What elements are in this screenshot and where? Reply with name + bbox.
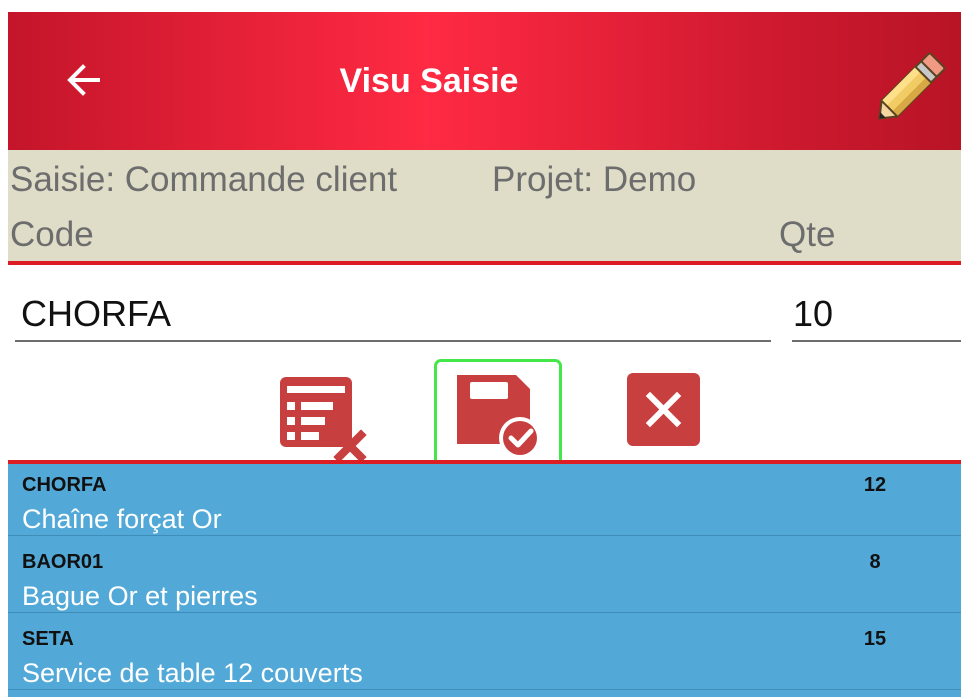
back-button[interactable] (52, 48, 116, 112)
cancel-button[interactable] (627, 373, 700, 446)
page-title: Visu Saisie (339, 62, 519, 100)
list-item[interactable]: BAOR01 8 Bague Or et pierres (8, 541, 961, 613)
item-code: CHORFA (22, 474, 107, 496)
item-description: Bague Or et pierres (22, 581, 258, 611)
item-code: BAOR01 (22, 551, 104, 573)
quantity-input[interactable]: 10 (793, 293, 833, 335)
top-toolbar: Visu Saisie (8, 12, 961, 150)
arrow-left-icon (67, 64, 100, 96)
item-description: Chaîne forçat Or (22, 504, 222, 534)
code-input[interactable]: CHORFA (21, 293, 171, 335)
code-input-underline (15, 340, 771, 342)
close-icon (627, 373, 700, 446)
row-divider (8, 535, 961, 536)
list-item[interactable]: CHORFA 12 Chaîne forçat Or (8, 464, 961, 536)
saisie-label: Saisie: Commande client (10, 160, 398, 199)
projet-label: Projet: Demo (492, 160, 697, 199)
item-quantity: 15 (863, 628, 887, 650)
entry-info-band: Saisie: Commande client Projet: Demo Cod… (8, 150, 961, 262)
quantity-column-label: Qte (779, 215, 836, 254)
list-item[interactable]: SETA 15 Service de table 12 couverts (8, 618, 961, 690)
visu-saisie-screen: Visu Saisie Saisie: Commande client Proj… (0, 0, 961, 697)
row-divider (8, 689, 961, 690)
quantity-input-underline (792, 340, 961, 342)
form-top-divider (8, 261, 961, 265)
remove-line-icon (280, 377, 367, 463)
item-quantity: 12 (863, 474, 887, 496)
item-description: Service de table 12 couverts (22, 658, 363, 688)
entry-list: CHORFA 12 Chaîne forçat Or BAOR01 8 Bagu… (8, 464, 961, 697)
item-code: SETA (22, 628, 74, 650)
row-divider (8, 612, 961, 613)
pencil-icon (878, 52, 946, 120)
item-quantity: 8 (869, 551, 881, 573)
code-column-label: Code (10, 215, 94, 254)
remove-line-button[interactable] (278, 375, 370, 463)
save-confirm-icon (457, 375, 541, 459)
edit-button[interactable] (866, 40, 958, 132)
save-confirm-button[interactable] (434, 359, 562, 472)
